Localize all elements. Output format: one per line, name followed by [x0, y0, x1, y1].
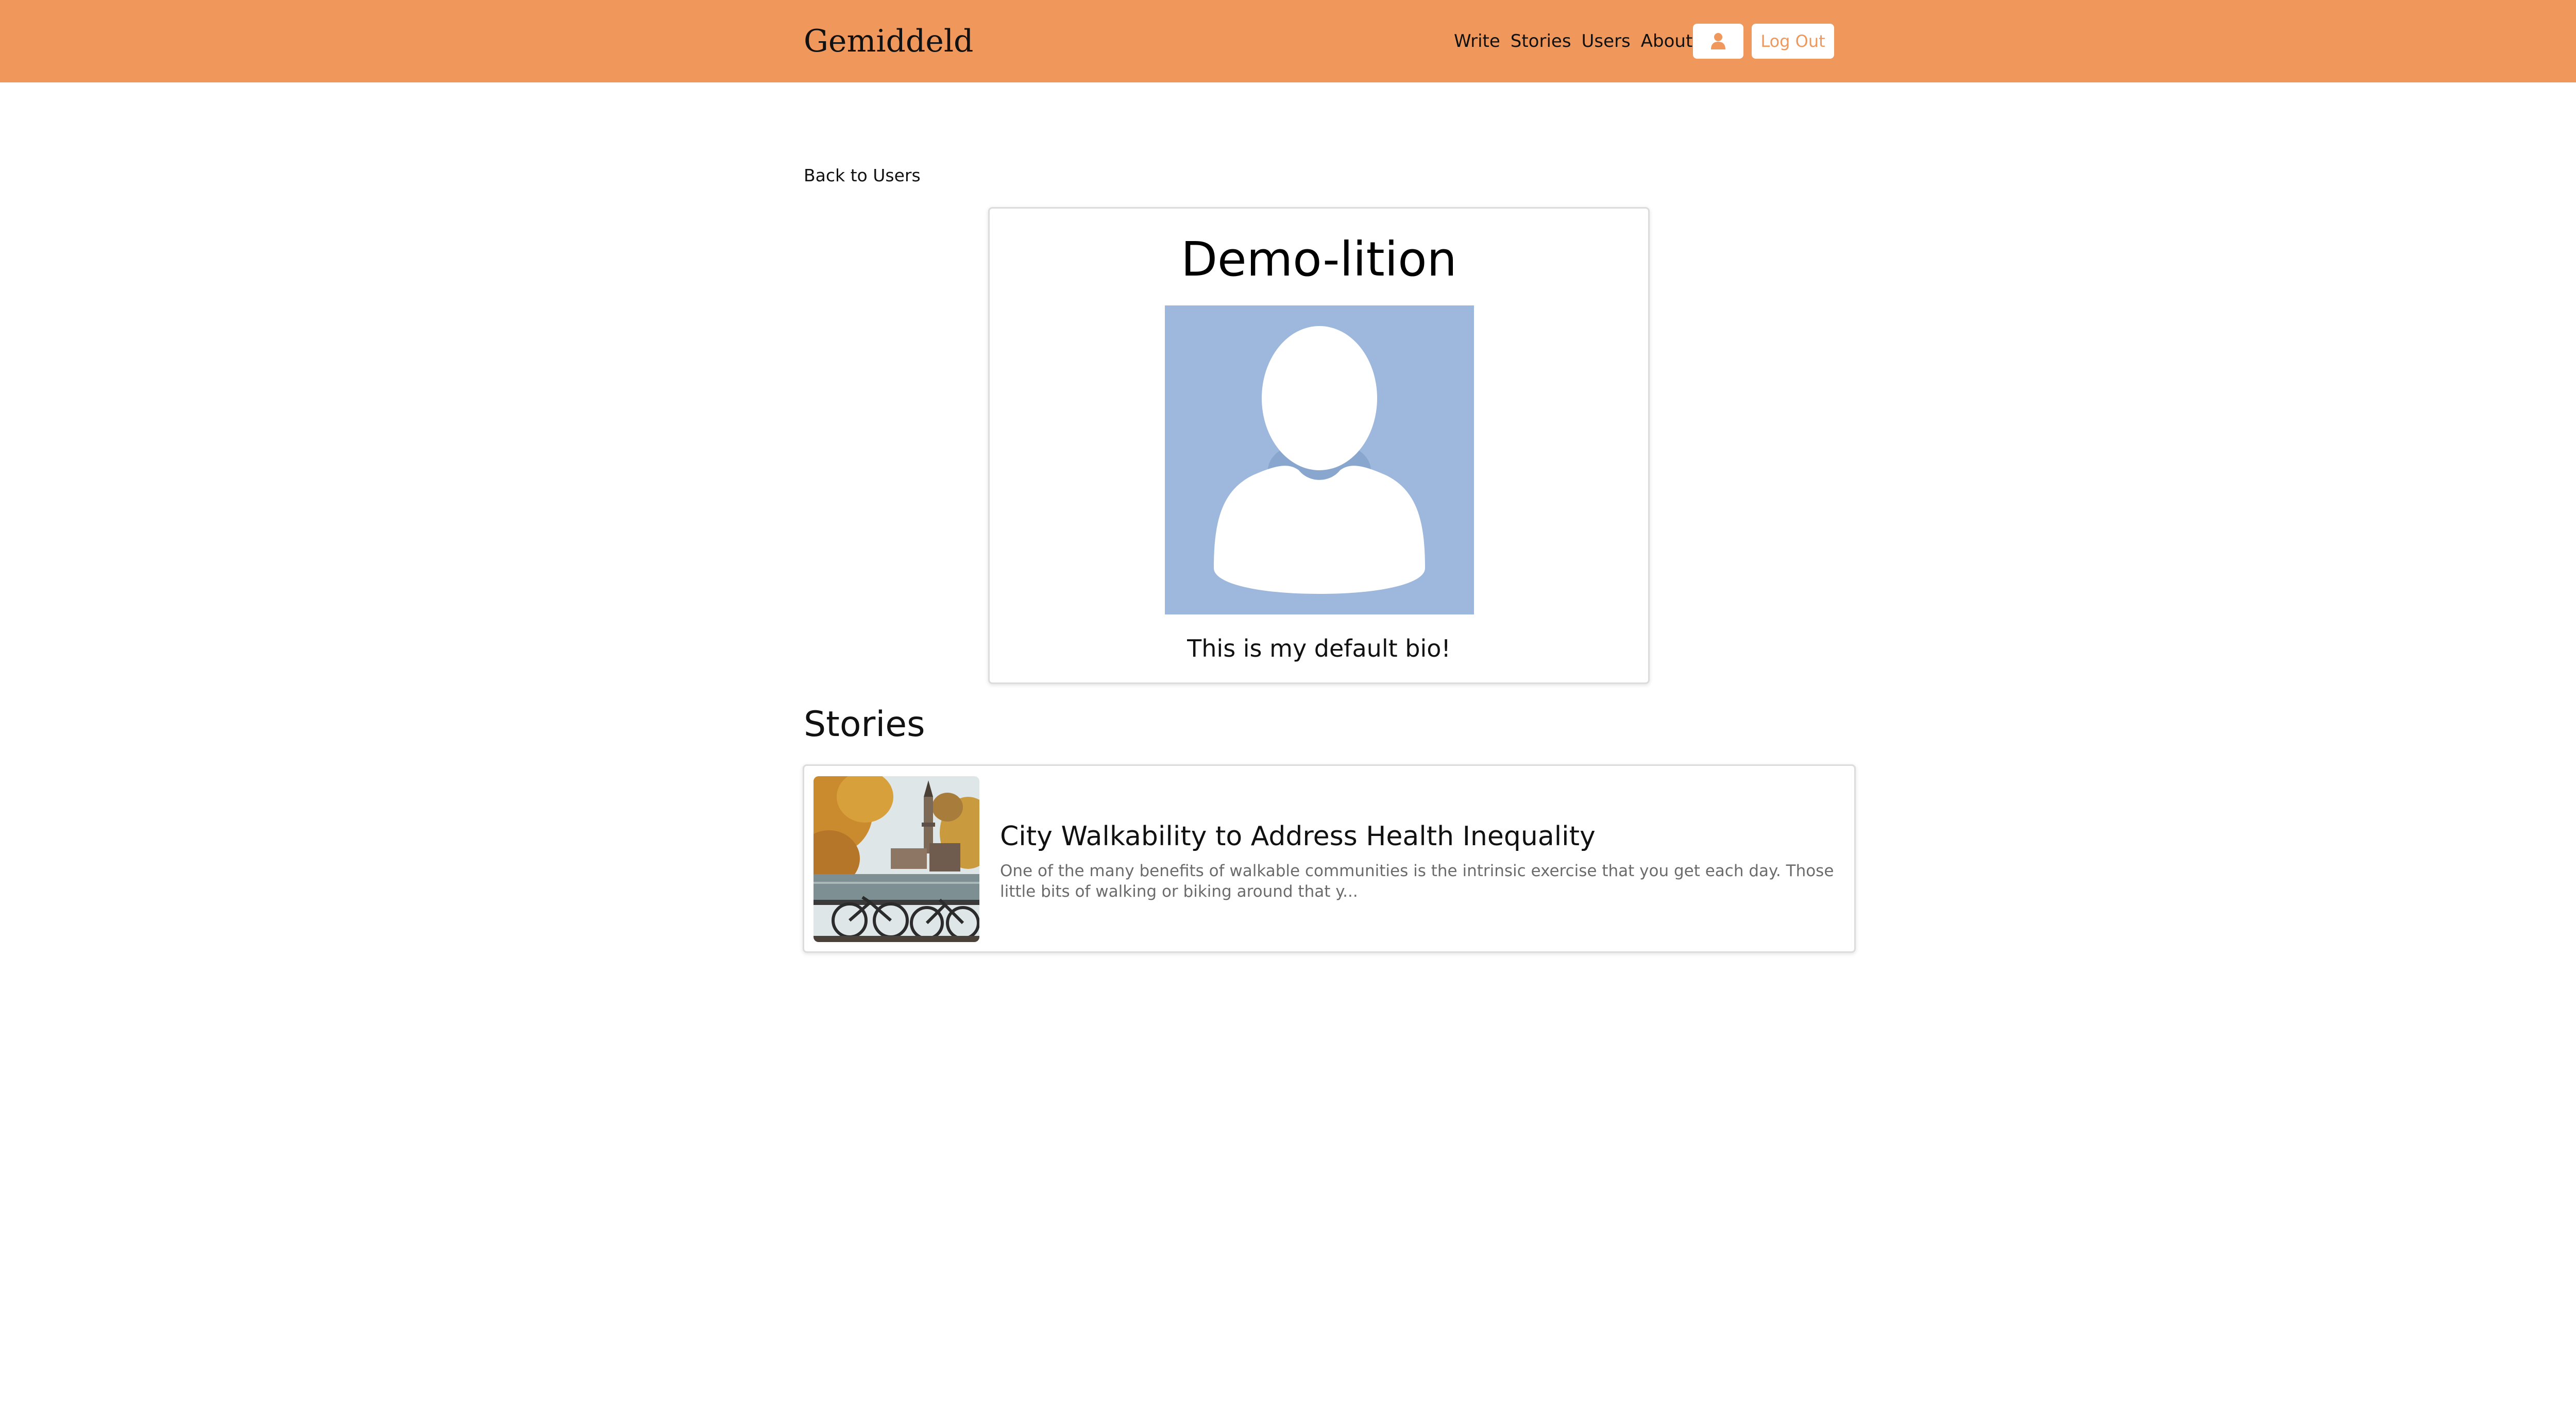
back-to-users-link[interactable]: Back to Users	[804, 164, 921, 187]
nav-link-users[interactable]: Users	[1582, 29, 1631, 54]
user-icon	[1711, 33, 1725, 49]
logout-button[interactable]: Log Out	[1752, 24, 1834, 59]
default-avatar-icon	[1214, 326, 1425, 594]
nav-link-about[interactable]: About	[1641, 29, 1693, 54]
profile-name: Demo-lition	[1181, 232, 1457, 287]
story-thumbnail[interactable]	[814, 776, 979, 942]
stories-heading: Stories	[804, 704, 925, 745]
story-card[interactable]: City Walkability to Address Health Inequ…	[803, 764, 1856, 953]
top-navbar: Gemiddeld Write Stories Users About Log …	[0, 0, 2576, 82]
brand-logo[interactable]: Gemiddeld	[804, 19, 973, 64]
profile-card: Demo-lition This is my default bio!	[988, 207, 1650, 684]
nav-link-stories[interactable]: Stories	[1511, 29, 1571, 54]
canal-city-image	[814, 776, 979, 942]
story-title[interactable]: City Walkability to Address Health Inequ…	[1000, 817, 1596, 856]
profile-button[interactable]	[1693, 24, 1743, 59]
avatar	[1165, 305, 1474, 614]
nav-links: Write Stories Users About	[1454, 29, 1692, 54]
story-excerpt: One of the many benefits of walkable com…	[1000, 862, 1834, 901]
profile-bio: This is my default bio!	[1187, 635, 1451, 662]
nav-link-write[interactable]: Write	[1454, 29, 1500, 54]
